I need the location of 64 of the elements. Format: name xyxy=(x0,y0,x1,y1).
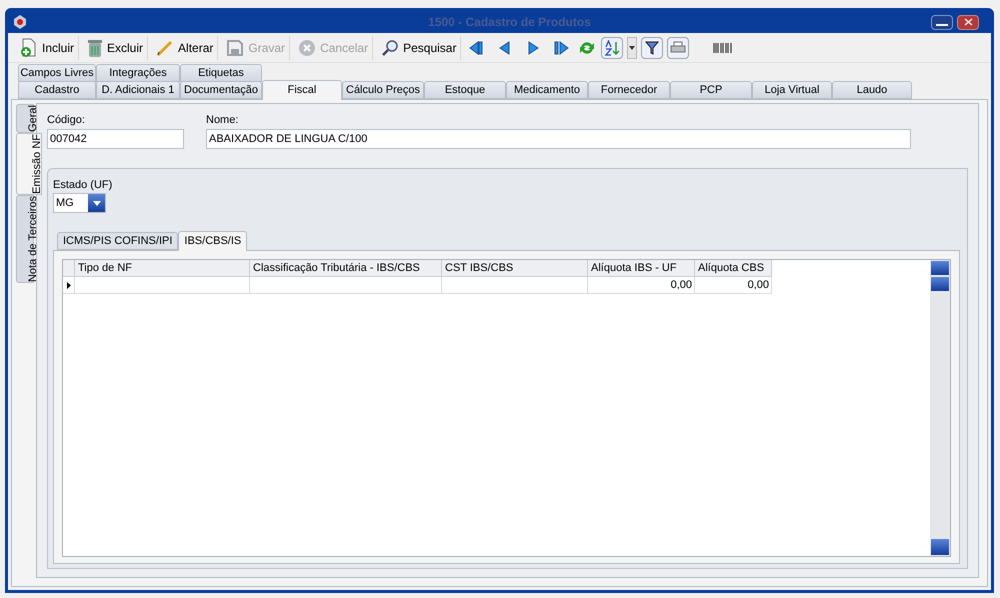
column-header: CST IBS/CBS xyxy=(442,260,588,277)
field-label: Código: xyxy=(47,113,86,128)
cancel-icon xyxy=(298,38,316,56)
current-row-icon xyxy=(66,282,70,288)
table-cell: 0,00 xyxy=(695,277,772,294)
floppy-icon xyxy=(226,38,244,56)
column-header: Classificação Tributária - IBS/CBS xyxy=(250,260,442,277)
document-add-icon xyxy=(20,38,38,58)
toolbar-button[interactable]: Incluir xyxy=(16,36,80,60)
scroll-down-button[interactable] xyxy=(931,539,949,555)
name-field[interactable]: ABAIXADOR DE LINGUA C/100 xyxy=(206,128,911,148)
state-select[interactable]: MG xyxy=(53,193,106,213)
trash-icon xyxy=(87,38,104,58)
filter-icon xyxy=(645,40,660,54)
field-label: Estado (UF) xyxy=(53,178,114,192)
side-tab[interactable]: Geral xyxy=(16,104,34,133)
barcode-icon[interactable] xyxy=(713,42,734,52)
close-icon xyxy=(964,18,972,26)
toolbar-button[interactable]: Excluir xyxy=(83,36,148,60)
pencil-icon xyxy=(156,38,174,56)
tab[interactable]: Cadastro xyxy=(18,81,96,99)
print-button[interactable] xyxy=(667,36,690,58)
field-label: Nome: xyxy=(206,113,240,128)
tab[interactable]: Etiquetas xyxy=(180,64,262,82)
sort-button[interactable] xyxy=(601,36,624,58)
column-header: Tipo de NF xyxy=(75,260,250,277)
window-title: 1500 - Cadastro de Produtos xyxy=(427,14,592,31)
close-button[interactable] xyxy=(957,14,979,30)
column-header: Alíquota CBS xyxy=(695,260,772,277)
caret-icon xyxy=(629,46,636,50)
printer-icon xyxy=(670,40,686,54)
tab[interactable]: PCP xyxy=(670,81,752,99)
minimize-button[interactable] xyxy=(931,14,953,30)
tab[interactable]: Estoque xyxy=(424,81,506,99)
tab[interactable]: Documentação xyxy=(180,81,262,99)
tab[interactable]: Medicamento xyxy=(506,81,588,99)
last-icon xyxy=(552,38,570,56)
magnifier-icon xyxy=(381,38,400,56)
tab[interactable]: Campos Livres xyxy=(18,64,96,82)
tab[interactable]: Cálculo Preços xyxy=(342,81,424,99)
table-cell: 0,00 xyxy=(588,277,695,294)
toolbar-button[interactable]: Alterar xyxy=(152,36,218,60)
tab[interactable]: ICMS/PIS COFINS/IPI xyxy=(57,232,178,250)
column-header: Alíquota IBS - UF xyxy=(588,260,695,277)
scroll-up-button[interactable] xyxy=(931,261,949,275)
tab[interactable]: D. Adicionais 1 xyxy=(96,81,180,99)
scrollbar[interactable] xyxy=(930,260,950,556)
tab[interactable]: Integrações xyxy=(96,64,180,82)
dropdown-button[interactable] xyxy=(627,36,638,58)
filter-button[interactable] xyxy=(641,36,664,58)
tab[interactable]: Laudo xyxy=(832,81,912,99)
side-tab[interactable]: Nota de Terceiros xyxy=(16,194,34,283)
toolbar-button[interactable]: Pesquisar xyxy=(377,36,462,60)
row-indicator-header xyxy=(63,260,75,277)
tab[interactable]: Fornecedor xyxy=(588,81,670,99)
app-icon xyxy=(12,14,28,30)
tab[interactable]: Fiscal xyxy=(262,80,342,100)
caret-icon xyxy=(92,200,100,206)
tab[interactable]: IBS/CBS/IS xyxy=(178,231,248,251)
scroll-thumb[interactable] xyxy=(931,277,949,291)
sort-icon xyxy=(604,40,620,56)
code-field[interactable]: 007042 xyxy=(47,128,184,148)
tab[interactable]: Loja Virtual xyxy=(752,81,832,99)
side-tab[interactable]: Emissão NF xyxy=(16,132,42,195)
